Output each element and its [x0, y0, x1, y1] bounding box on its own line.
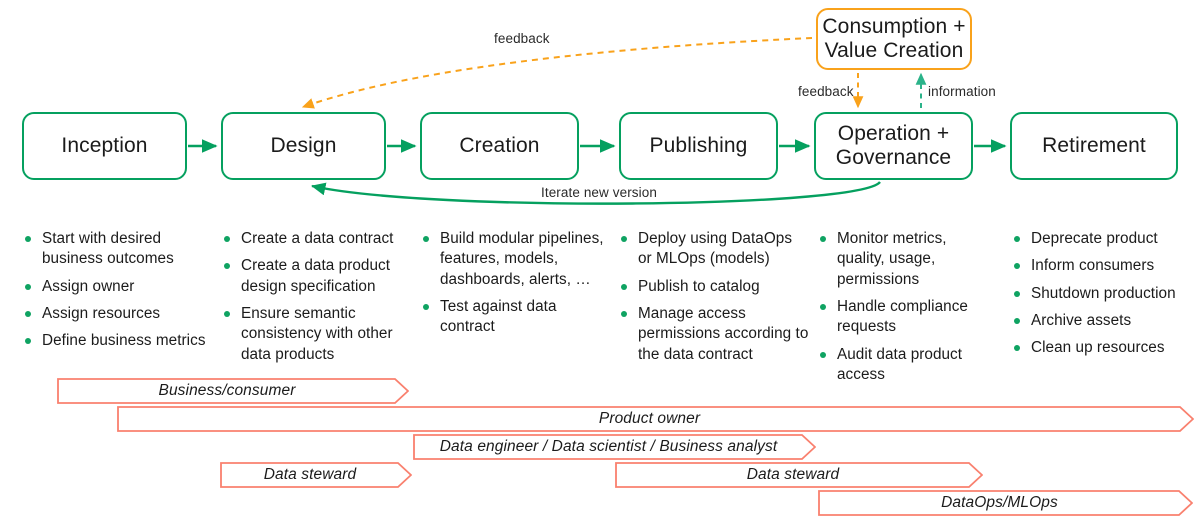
- stage-box-operation-governance[interactable]: Operation + Governance: [814, 112, 973, 180]
- stage-box-design[interactable]: Design: [221, 112, 386, 180]
- role-bar-product-owner[interactable]: Product owner: [117, 406, 1194, 432]
- list-item: Ensure semantic consistency with other d…: [222, 304, 412, 365]
- label-information-vertical: information: [928, 84, 996, 99]
- stage-box-consumption-value-creation[interactable]: Consumption + Value Creation: [816, 8, 972, 70]
- role-bar-data-engineer-scientist-analyst[interactable]: Data engineer / Data scientist / Busines…: [413, 434, 816, 460]
- label-feedback-vertical: feedback: [798, 84, 854, 99]
- list-item: Inform consumers: [1012, 256, 1192, 276]
- connector-feedback-long: [301, 37, 813, 109]
- stage-label-consumption-value-creation: Consumption + Value Creation: [822, 15, 966, 62]
- stage-label-retirement: Retirement: [1042, 134, 1146, 158]
- list-item: Test against data contract: [421, 297, 613, 338]
- list-item: Monitor metrics, quality, usage, permiss…: [818, 229, 998, 290]
- list-item: Assign resources: [23, 304, 208, 324]
- role-label: Data steward: [263, 466, 357, 483]
- list-item: Deploy using DataOps or MLOps (models): [619, 229, 809, 270]
- list-item: Create a data product design specificati…: [222, 256, 412, 297]
- diagram-canvas: Inception Design Creation Publishing Ope…: [0, 0, 1200, 521]
- role-label: Business/consumer: [158, 382, 296, 399]
- role-label: Data steward: [746, 466, 840, 483]
- list-item: Manage access permissions according to t…: [619, 304, 809, 365]
- stage-box-retirement[interactable]: Retirement: [1010, 112, 1178, 180]
- list-item: Build modular pipelines, features, model…: [421, 229, 613, 290]
- stage-box-creation[interactable]: Creation: [420, 112, 579, 180]
- bullet-column-publishing: Deploy using DataOps or MLOps (models) P…: [619, 229, 809, 372]
- stage-label-creation: Creation: [459, 134, 540, 158]
- bullet-column-inception: Start with desired business outcomes Ass…: [23, 229, 208, 359]
- list-item: Handle compliance requests: [818, 297, 998, 338]
- stage-box-inception[interactable]: Inception: [22, 112, 187, 180]
- role-label: Product owner: [598, 410, 701, 427]
- bullet-column-design: Create a data contract Create a data pro…: [222, 229, 412, 372]
- role-bar-data-steward-right[interactable]: Data steward: [615, 462, 983, 488]
- list-item: Publish to catalog: [619, 277, 809, 297]
- list-item: Clean up resources: [1012, 338, 1192, 358]
- label-feedback-top: feedback: [494, 31, 550, 46]
- list-item: Audit data product access: [818, 345, 998, 386]
- bullet-column-retirement: Deprecate product Inform consumers Shutd…: [1012, 229, 1192, 366]
- role-label: DataOps/MLOps: [941, 494, 1058, 511]
- role-bar-business-consumer[interactable]: Business/consumer: [57, 378, 409, 404]
- list-item: Shutdown production: [1012, 284, 1192, 304]
- stage-label-publishing: Publishing: [649, 134, 748, 158]
- label-iterate-new-version: Iterate new version: [541, 185, 657, 200]
- list-item: Create a data contract: [222, 229, 412, 249]
- list-item: Start with desired business outcomes: [23, 229, 208, 270]
- role-bar-data-steward-left[interactable]: Data steward: [220, 462, 412, 488]
- stage-label-design: Design: [270, 134, 337, 158]
- stage-label-operation-governance: Operation + Governance: [835, 122, 952, 169]
- stage-label-inception: Inception: [61, 134, 148, 158]
- list-item: Archive assets: [1012, 311, 1192, 331]
- stage-box-publishing[interactable]: Publishing: [619, 112, 778, 180]
- bullet-column-creation: Build modular pipelines, features, model…: [421, 229, 613, 345]
- role-label: Data engineer / Data scientist / Busines…: [439, 438, 778, 455]
- bullet-column-operation-governance: Monitor metrics, quality, usage, permiss…: [818, 229, 998, 392]
- list-item: Deprecate product: [1012, 229, 1192, 249]
- list-item: Assign owner: [23, 277, 208, 297]
- role-bar-dataops-mlops[interactable]: DataOps/MLOps: [818, 490, 1193, 516]
- list-item: Define business metrics: [23, 331, 208, 351]
